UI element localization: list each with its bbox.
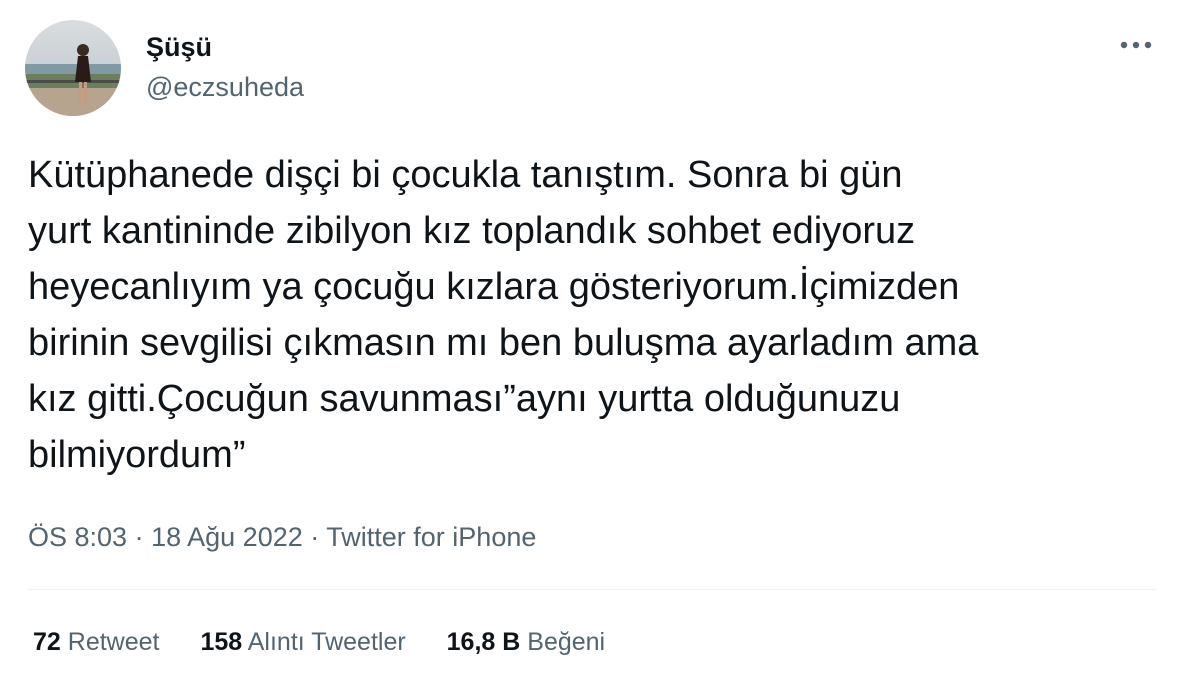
author-display-name[interactable]: Şüşü xyxy=(146,31,212,63)
avatar-photo xyxy=(25,20,121,116)
tweet-stats: 72 Retweet 158 Alıntı Tweetler 16,8 B Be… xyxy=(33,626,639,658)
tweet-date-link[interactable]: 18 Ağu 2022 xyxy=(151,522,303,552)
tweet-meta: ÖS 8:03 · 18 Ağu 2022 · Twitter for iPho… xyxy=(28,520,536,554)
tweet-text: Kütüphanede dişçi bi çocukla tanıştım. S… xyxy=(28,154,979,476)
retweets-stat[interactable]: 72 Retweet xyxy=(33,626,159,658)
tweet-source-link[interactable]: Twitter for iPhone xyxy=(326,522,536,552)
quotes-label: Alıntı Tweetler xyxy=(247,628,406,656)
avatar[interactable] xyxy=(25,20,121,116)
quotes-stat[interactable]: 158 Alıntı Tweetler xyxy=(200,626,405,658)
likes-stat[interactable]: 16,8 B Beğeni xyxy=(447,626,605,658)
likes-count: 16,8 B xyxy=(446,628,521,656)
more-horizontal-icon xyxy=(1120,41,1152,49)
meta-separator: · xyxy=(134,522,144,552)
tweet-card: Şüşü @eczsuheda Kütüphanede dişçi bi çoc… xyxy=(0,0,1182,694)
tweet-time-link[interactable]: ÖS 8:03 xyxy=(28,522,127,552)
quotes-count: 158 xyxy=(200,628,243,656)
author-handle[interactable]: @eczsuheda xyxy=(146,71,304,103)
meta-separator: · xyxy=(310,522,320,552)
divider xyxy=(28,589,1157,590)
retweets-count: 72 xyxy=(33,628,61,656)
likes-label: Beğeni xyxy=(527,628,606,656)
more-options-button[interactable] xyxy=(1114,30,1158,60)
retweets-label: Retweet xyxy=(67,628,160,656)
